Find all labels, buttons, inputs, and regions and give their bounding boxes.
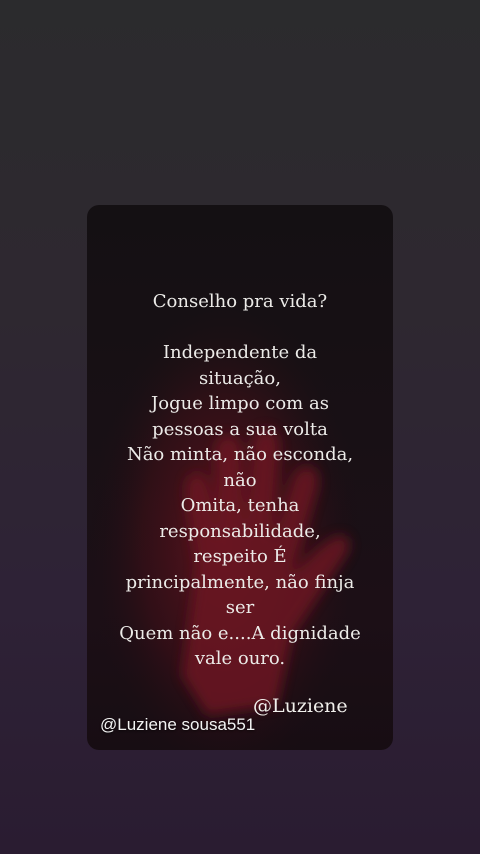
- watermark-handle: @Luziene sousa551: [100, 715, 256, 734]
- quote-card: Conselho pra vida? Independente da situa…: [87, 205, 393, 750]
- quote-line: ser: [225, 597, 255, 618]
- quote-line: respeito É: [193, 546, 287, 567]
- quote-text: Conselho pra vida? Independente da situa…: [87, 289, 393, 672]
- quote-line: não: [223, 469, 257, 491]
- quote-line: Não minta, não esconda,: [126, 444, 354, 465]
- quote-line: Jogue limpo com as: [151, 393, 329, 414]
- quote-line: situação,: [199, 367, 281, 389]
- quote-line: pessoas a sua volta: [152, 418, 328, 440]
- quote-line: responsabilidade,: [159, 520, 321, 542]
- quote-line: Omita, tenha: [180, 495, 300, 516]
- quote-line: vale ouro.: [194, 648, 286, 669]
- quote-line: principalmente, não finja: [125, 571, 355, 593]
- quote-line: Independente da: [162, 342, 318, 363]
- quote-title: Conselho pra vida?: [152, 291, 328, 312]
- author-signature: @Luziene: [253, 695, 348, 717]
- quote-line: Quem não e....A dignidade: [119, 622, 361, 644]
